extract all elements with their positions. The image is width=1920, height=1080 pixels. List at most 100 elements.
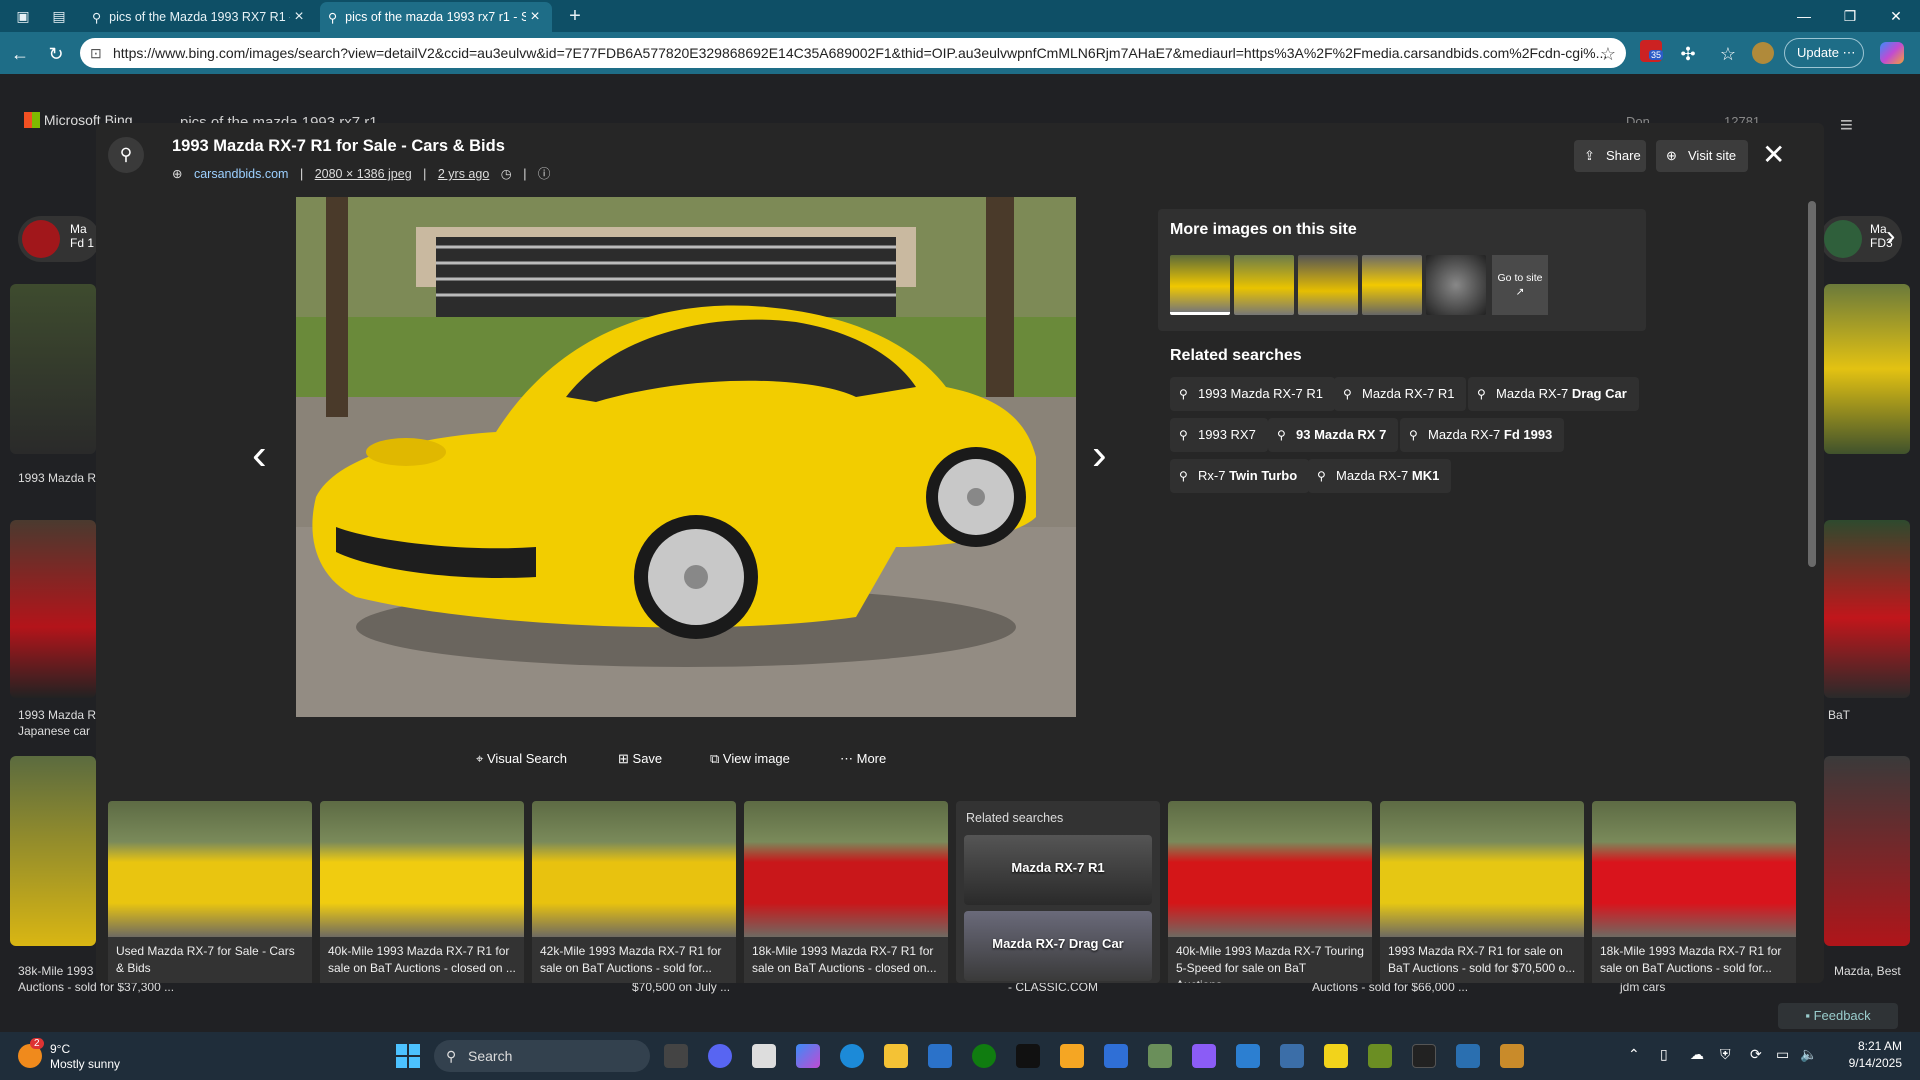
- chevron-right-icon[interactable]: ›: [1886, 220, 1895, 252]
- favorites-icon[interactable]: ☆: [1718, 44, 1738, 64]
- info-icon[interactable]: ⓘ: [538, 167, 551, 181]
- view-image-action[interactable]: ⧉ View image: [710, 751, 790, 767]
- tab-1[interactable]: ⚲ pics of the Mazda 1993 RX7 R1 - S ×: [84, 2, 316, 32]
- xbox-icon[interactable]: [972, 1044, 996, 1068]
- shield-icon[interactable]: ⛨: [1720, 1046, 1731, 1063]
- strip-result[interactable]: 18k-Mile 1993 Mazda RX-7 R1 for sale on …: [744, 801, 948, 983]
- visual-search-button[interactable]: ⚲: [108, 137, 144, 173]
- update-button[interactable]: Update ⋯: [1784, 38, 1864, 68]
- related-search-pill[interactable]: ⚲ Rx-7 Twin Turbo: [1170, 459, 1310, 493]
- bg-image-thumb[interactable]: [10, 756, 96, 946]
- extensions-puzzle-icon[interactable]: ✣: [1678, 44, 1698, 64]
- back-icon[interactable]: ←: [10, 44, 30, 64]
- share-button[interactable]: ⇪ Share: [1574, 140, 1646, 172]
- sync-icon[interactable]: ⟳: [1750, 1046, 1762, 1063]
- minimize-icon[interactable]: —: [1782, 4, 1826, 28]
- bg-chip-left[interactable]: Ma Fd 1: [18, 216, 100, 262]
- previous-image-icon[interactable]: ‹: [252, 433, 267, 477]
- strip-result[interactable]: 40k-Mile 1993 Mazda RX-7 R1 for sale on …: [320, 801, 524, 983]
- next-image-icon[interactable]: ›: [1092, 433, 1107, 477]
- discord-icon[interactable]: [708, 1044, 732, 1068]
- source-link[interactable]: carsandbids.com: [194, 167, 289, 181]
- feedback-button[interactable]: ▪ Feedback: [1778, 1003, 1898, 1029]
- bg-image-thumb[interactable]: [10, 520, 96, 698]
- strip-result[interactable]: 1993 Mazda RX-7 R1 for sale on BaT Aucti…: [1380, 801, 1584, 983]
- refresh-icon[interactable]: ↻: [46, 44, 66, 64]
- taskbar-search[interactable]: ⚲ Search: [434, 1040, 650, 1072]
- app-icon[interactable]: [1500, 1044, 1524, 1068]
- chevron-up-icon[interactable]: ⌃: [1628, 1046, 1640, 1063]
- site-image-thumb[interactable]: [1362, 255, 1422, 315]
- app-icon[interactable]: [1236, 1044, 1260, 1068]
- tab-actions-icon[interactable]: ▤: [50, 7, 68, 25]
- monitor-icon[interactable]: ▭: [1776, 1046, 1789, 1063]
- strip-result[interactable]: 18k-Mile 1993 Mazda RX-7 R1 for sale on …: [1592, 801, 1796, 983]
- site-image-thumb[interactable]: [1234, 255, 1294, 315]
- save-action[interactable]: ⊞ Save: [618, 751, 662, 767]
- clock[interactable]: 8:21 AM 9/14/2025: [1830, 1038, 1902, 1072]
- main-image[interactable]: [296, 197, 1076, 717]
- visual-search-action[interactable]: ⌖ Visual Search: [476, 751, 567, 767]
- new-tab-icon[interactable]: +: [566, 6, 584, 26]
- weather-icon[interactable]: 2: [18, 1038, 44, 1068]
- strip-result[interactable]: Used Mazda RX-7 for Sale - Cars & Bids: [108, 801, 312, 983]
- more-action[interactable]: ⋯ More: [840, 751, 886, 767]
- workspaces-icon[interactable]: ▣: [14, 7, 32, 25]
- extension-icon[interactable]: 35: [1640, 40, 1664, 62]
- favorite-star-icon[interactable]: ☆: [1598, 44, 1618, 64]
- visit-site-button[interactable]: ⊕ Visit site: [1656, 140, 1748, 172]
- hamburger-menu-icon[interactable]: ≡: [1840, 112, 1853, 138]
- site-image-thumb[interactable]: [1298, 255, 1358, 315]
- related-search-pill[interactable]: ⚲ 1993 RX7: [1170, 418, 1268, 452]
- image-title[interactable]: 1993 Mazda RX-7 R1 for Sale - Cars & Bid…: [172, 137, 505, 156]
- profile-avatar[interactable]: [1752, 42, 1774, 64]
- file-explorer-icon[interactable]: [884, 1044, 908, 1068]
- restore-icon[interactable]: ❐: [1828, 4, 1872, 28]
- related-card[interactable]: Mazda RX-7 R1: [964, 835, 1152, 905]
- copilot-app-icon[interactable]: [796, 1044, 820, 1068]
- store-icon[interactable]: [928, 1044, 952, 1068]
- related-search-pill[interactable]: ⚲ Mazda RX-7 R1: [1334, 377, 1467, 411]
- app-icon[interactable]: [1456, 1044, 1480, 1068]
- bg-image-thumb[interactable]: [10, 284, 96, 454]
- app-icon[interactable]: [1060, 1044, 1084, 1068]
- app-icon[interactable]: [1412, 1044, 1436, 1068]
- close-tab-icon[interactable]: ×: [526, 8, 544, 26]
- edge-icon[interactable]: [840, 1044, 864, 1068]
- close-icon[interactable]: ✕: [1762, 139, 1785, 171]
- tab-2[interactable]: ⚲ pics of the mazda 1993 rx7 r1 - Se ×: [320, 2, 552, 32]
- strip-result[interactable]: 42k-Mile 1993 Mazda RX-7 R1 for sale on …: [532, 801, 736, 983]
- weather-widget[interactable]: 9°C Mostly sunny: [50, 1042, 120, 1072]
- related-card[interactable]: Mazda RX-7 Drag Car: [964, 911, 1152, 981]
- image-age[interactable]: 2 yrs ago: [438, 167, 489, 181]
- url-field[interactable]: ⊡ https://www.bing.com/images/search?vie…: [80, 38, 1626, 68]
- app-icon[interactable]: [1192, 1044, 1216, 1068]
- related-search-pill[interactable]: ⚲ 93 Mazda RX 7: [1268, 418, 1399, 452]
- related-search-pill[interactable]: ⚲ Mazda RX-7 Fd 1993: [1400, 418, 1565, 452]
- app-icon[interactable]: [1104, 1044, 1128, 1068]
- task-view-icon[interactable]: [664, 1044, 688, 1068]
- site-image-thumb[interactable]: [1426, 255, 1486, 315]
- image-dimensions[interactable]: 2080 × 1386 jpeg: [315, 167, 412, 181]
- related-search-pill[interactable]: ⚲ Mazda RX-7 Drag Car: [1468, 377, 1639, 411]
- bg-image-thumb[interactable]: [1824, 520, 1910, 698]
- go-to-site-button[interactable]: Go to site ↗: [1492, 255, 1548, 315]
- copilot-icon[interactable]: [1880, 42, 1904, 64]
- app-icon[interactable]: [1324, 1044, 1348, 1068]
- app-icon[interactable]: [1368, 1044, 1392, 1068]
- app-icon[interactable]: [1280, 1044, 1304, 1068]
- site-image-thumb[interactable]: [1170, 255, 1230, 315]
- tray-icon[interactable]: ▯: [1660, 1046, 1668, 1063]
- notion-icon[interactable]: [752, 1044, 776, 1068]
- app-icon[interactable]: [1148, 1044, 1172, 1068]
- volume-icon[interactable]: 🔈: [1800, 1046, 1817, 1063]
- strip-result[interactable]: 40k-Mile 1993 Mazda RX-7 Touring 5-Speed…: [1168, 801, 1372, 983]
- related-search-pill[interactable]: ⚲ 1993 Mazda RX-7 R1: [1170, 377, 1336, 411]
- app-icon[interactable]: [1016, 1044, 1040, 1068]
- close-window-icon[interactable]: ✕: [1874, 4, 1918, 28]
- windows-start-icon[interactable]: [396, 1044, 420, 1068]
- bg-image-thumb[interactable]: [1824, 756, 1910, 946]
- bg-image-thumb[interactable]: [1824, 284, 1910, 454]
- cloud-icon[interactable]: ☁: [1690, 1046, 1704, 1063]
- close-tab-icon[interactable]: ×: [290, 8, 308, 26]
